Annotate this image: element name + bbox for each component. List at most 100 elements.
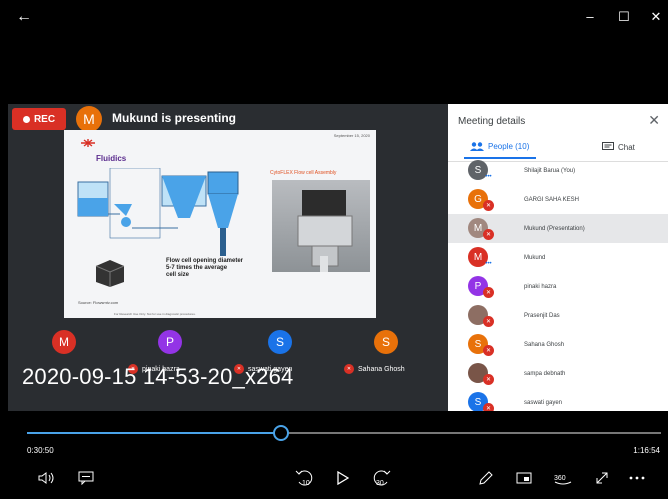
mic-muted-icon: ✕ (344, 364, 354, 374)
flow-cell-block-icon (95, 260, 125, 287)
more-icon (629, 476, 645, 480)
caption-line-3: cell size (166, 272, 190, 278)
speaking-indicator-icon: ••• (485, 173, 492, 180)
total-time: 1:16:54 (633, 446, 660, 455)
slide-date: September 15, 2020 (333, 133, 370, 138)
participant-row[interactable]: S ✕ Sahana Ghosh (448, 330, 668, 359)
subtitles-button[interactable] (76, 468, 96, 488)
participant-row[interactable]: M ••• Mukund (448, 243, 668, 272)
skip-back-10-icon: 10 (295, 470, 313, 487)
presenter-avatar: M (76, 106, 102, 132)
mini-view-button[interactable] (514, 468, 534, 488)
mic-muted-icon: ✕ (483, 229, 494, 240)
speaking-indicator-icon: ••• (485, 260, 492, 267)
participant-row[interactable]: S ✕ saswati gayen (448, 388, 668, 411)
skip-forward-button[interactable]: 30 (370, 468, 392, 488)
edit-button[interactable] (476, 468, 496, 488)
participant-name: pinaki hazra (524, 283, 557, 290)
tile-avatar[interactable]: S (374, 330, 398, 354)
participant-row[interactable]: P ✕ pinaki hazra (448, 272, 668, 301)
close-window-button[interactable]: ✕ (646, 9, 666, 25)
presented-slide: September 15, 2020 Fluidics CytoFLEX Flo… (64, 130, 376, 318)
participant-name: saswati gayen (524, 399, 563, 406)
volume-button[interactable] (36, 468, 58, 488)
participant-name: sampa debnath (524, 370, 566, 377)
view-360-button[interactable]: 360 (552, 468, 574, 488)
participant-name: GARGI SAHA KESH (524, 196, 580, 203)
mic-muted-icon: ✕ (483, 374, 494, 385)
mic-muted-icon: ✕ (483, 316, 494, 327)
fullscreen-button[interactable] (592, 468, 612, 488)
maximize-button[interactable]: ☐ (614, 9, 634, 25)
tab-chat-label: Chat (618, 142, 635, 152)
slide-right-title: CytoFLEX Flow cell Assembly (270, 170, 337, 176)
participant-row[interactable]: ✕ sampa debnath (448, 359, 668, 388)
pencil-icon (479, 471, 493, 485)
meeting-details-panel: Meeting details ✕ People (10) Chat S •••… (448, 104, 668, 411)
media-player-window: ← – ☐ ✕ REC M Mukund is presenting Septe… (0, 0, 668, 499)
skip-back-label: 10 (302, 480, 310, 487)
slide-caption: Flow cell opening diameter 5-7 times the… (166, 258, 243, 279)
people-icon (470, 142, 484, 151)
participant-name: Prasenjit Das (524, 312, 560, 319)
mic-muted-icon: ✕ (483, 403, 494, 411)
filename-overlay: 2020-09-15 14-53-20_x264 (22, 364, 294, 389)
slide-source: Source: Flowsmtv.com (78, 300, 119, 305)
flow-cell-photo (272, 180, 370, 272)
participant-row[interactable]: S ••• Shilajit Barua (You) (448, 156, 668, 185)
tab-chat[interactable]: Chat (602, 142, 635, 152)
skip-back-button[interactable]: 10 (294, 468, 316, 488)
mic-muted-icon: ✕ (483, 200, 494, 211)
participant-name: Shilajit Barua (You) (524, 167, 576, 174)
play-icon (337, 471, 349, 485)
view-360-icon: 360 (554, 475, 572, 485)
mic-muted-icon: ✕ (483, 287, 494, 298)
participant-name: Mukund (Presentation) (524, 225, 585, 232)
close-panel-icon[interactable]: ✕ (648, 112, 660, 129)
skip-forward-label: 30 (376, 480, 384, 487)
participant-row[interactable]: M ✕ Mukund (Presentation) (448, 214, 668, 243)
current-time: 0:30:50 (27, 446, 54, 455)
meeting-details-title: Meeting details (458, 116, 526, 127)
presenting-label: Mukund is presenting (112, 111, 237, 125)
play-button[interactable] (334, 468, 352, 488)
more-options-button[interactable] (626, 468, 648, 488)
slide-footer: For Research Use Only. Not for use in di… (114, 312, 196, 316)
volume-icon (38, 472, 54, 484)
seek-progress (27, 432, 282, 434)
participant-name: Mukund (524, 254, 546, 261)
flow-cell-illustration (297, 190, 353, 272)
seek-thumb[interactable] (273, 425, 290, 441)
tab-people-label: People (10) (488, 142, 530, 151)
caption-line-1: Flow cell opening diameter (166, 258, 244, 264)
title-bar: ← – ☐ ✕ (0, 0, 668, 34)
participant-name: Sahana Ghosh (524, 341, 565, 348)
record-dot-icon (22, 115, 30, 123)
tile-avatar[interactable]: P (158, 330, 182, 354)
back-arrow-icon[interactable]: ← (16, 8, 32, 26)
tile-name: ✕ Sahana Ghosh (344, 364, 405, 374)
tile-name-text: Sahana Ghosh (358, 365, 405, 373)
chat-icon (602, 142, 614, 150)
tile-avatar[interactable]: S (268, 330, 292, 354)
beckman-logo-icon (81, 139, 95, 147)
slide-title: Fluidics (96, 154, 127, 163)
tile-avatar[interactable]: M (52, 330, 76, 354)
tab-people[interactable]: People (10) (463, 142, 537, 159)
mic-muted-icon: ✕ (483, 345, 494, 356)
svg-text:360: 360 (554, 475, 566, 482)
video-frame[interactable]: REC M Mukund is presenting September 15,… (8, 104, 668, 411)
seek-bar[interactable] (27, 425, 661, 441)
skip-forward-30-icon: 30 (373, 470, 391, 487)
rec-badge: REC (12, 108, 66, 130)
subtitles-icon (78, 471, 94, 485)
fluidics-diagram (77, 168, 239, 256)
mini-view-icon (516, 472, 532, 484)
participant-row[interactable]: ✕ Prasenjit Das (448, 301, 668, 330)
rec-label: REC (33, 113, 56, 125)
caption-line-2: 5-7 times the average (166, 265, 228, 271)
participant-list: S ••• Shilajit Barua (You) G ✕ GARGI SAHA KES… (448, 156, 668, 411)
minimize-button[interactable]: – (580, 9, 600, 24)
participant-row[interactable]: G ✕ GARGI SAHA KESH (448, 185, 668, 214)
expand-icon (596, 472, 608, 484)
